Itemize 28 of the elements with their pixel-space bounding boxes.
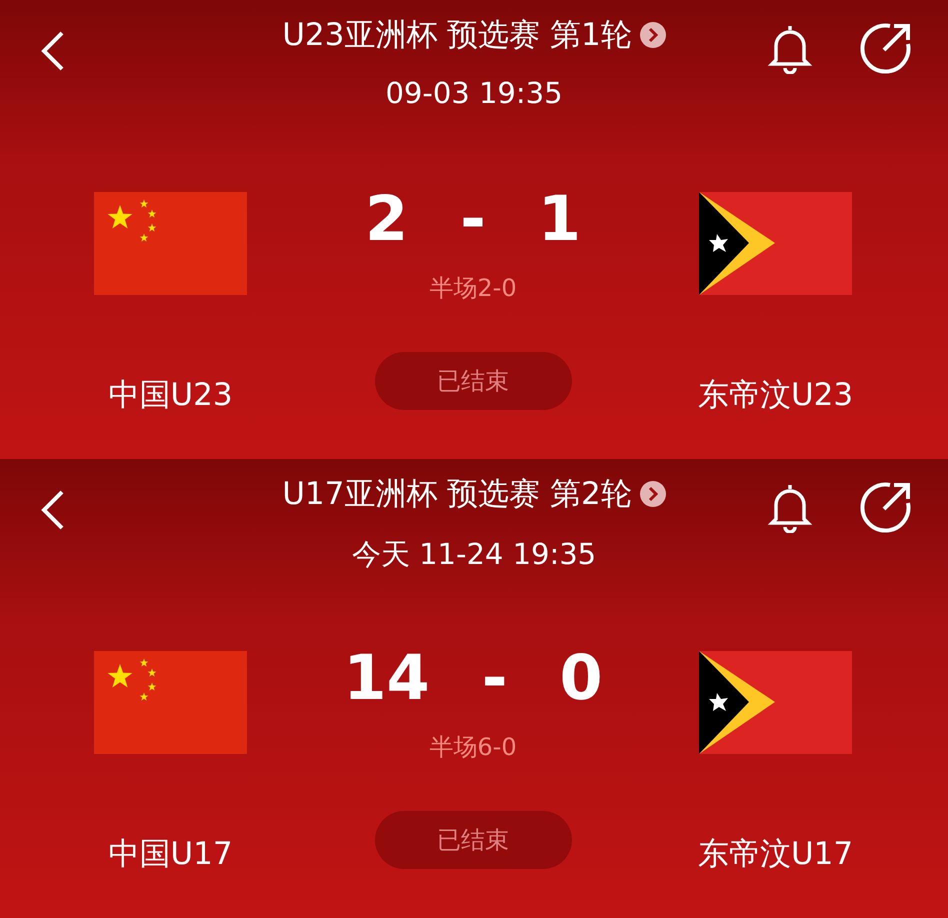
chevron-icon[interactable]	[640, 481, 666, 507]
away-score: 0	[559, 647, 603, 709]
match-status: 已结束	[374, 811, 572, 869]
china-flag-icon	[94, 651, 247, 754]
timor-leste-flag-icon	[699, 651, 852, 754]
home-score: 2	[364, 188, 408, 250]
half-time-score: 半场2-0	[429, 273, 517, 304]
timor-leste-flag-icon	[699, 192, 852, 295]
chevron-icon[interactable]	[640, 22, 666, 48]
home-team-name: 中国U23	[108, 376, 233, 415]
back-icon[interactable]	[40, 30, 66, 72]
back-icon[interactable]	[40, 489, 66, 531]
away-team-name: 东帝汶U17	[698, 835, 854, 874]
match-datetime: 09-03 19:35	[385, 76, 563, 110]
share-icon[interactable]	[860, 22, 912, 74]
away-team-name: 东帝汶U23	[698, 376, 854, 415]
home-score: 14	[343, 647, 430, 709]
china-flag-icon	[94, 192, 247, 295]
match-status: 已结束	[374, 352, 572, 410]
score-separator: -	[482, 647, 508, 709]
competition-title[interactable]: U17亚洲杯 预选赛 第2轮	[282, 473, 632, 515]
away-score: 1	[538, 188, 581, 250]
match-datetime: 今天 11-24 19:35	[352, 536, 596, 573]
half-time-score: 半场6-0	[429, 732, 517, 763]
home-team-name: 中国U17	[108, 835, 233, 874]
share-icon[interactable]	[860, 481, 912, 533]
competition-title[interactable]: U23亚洲杯 预选赛 第1轮	[282, 14, 632, 56]
score-separator: -	[460, 188, 486, 250]
